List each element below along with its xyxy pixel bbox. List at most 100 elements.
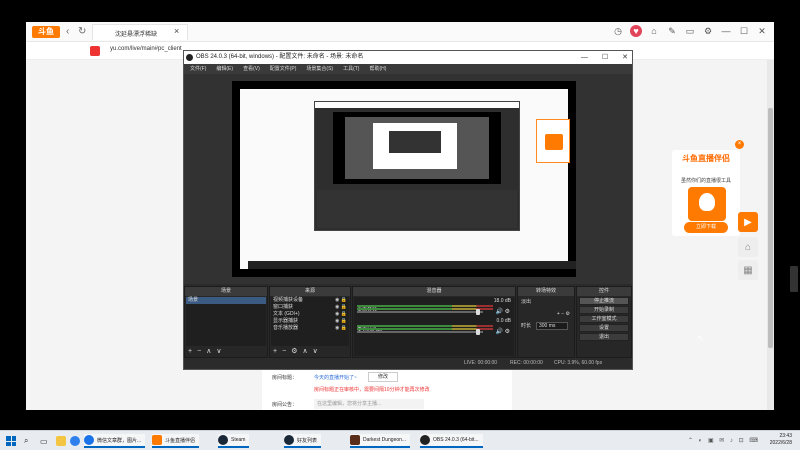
taskbar-app-douyu-companion[interactable]: 斗鱼直播伴侣	[152, 434, 200, 448]
menu-help[interactable]: 帮助(H)	[369, 64, 386, 74]
obs-titlebar[interactable]: OBS 24.0.3 (64-bit, windows) - 配置文件: 未命名…	[184, 51, 632, 64]
obs-maximize-icon[interactable]: ☐	[602, 51, 608, 64]
duration-input[interactable]: 300 ms	[536, 322, 568, 330]
taskbar-app-friends-list[interactable]: 好友列表	[284, 434, 322, 448]
obs-minimize-icon[interactable]: —	[581, 51, 588, 64]
task-view-icon[interactable]: ▭	[40, 434, 48, 448]
sources-list: 视频捕获设备 ◉ 🔒 窗口捕获 ◉ 🔒 文本 (GDI+) ◉ 🔒 显示器捕获 ◉ 🔒 …	[271, 297, 349, 346]
settings-button[interactable]: 设置	[579, 324, 629, 332]
clock-date: 2022/6/28	[769, 440, 792, 446]
menu-edit[interactable]: 编辑(E)	[216, 64, 233, 74]
close-icon[interactable]: ✕	[756, 25, 768, 37]
browser-taskbar-icon[interactable]	[70, 434, 83, 448]
shirt-icon[interactable]: ⌂	[648, 25, 660, 37]
menu-profile[interactable]: 配置文件(P)	[270, 64, 297, 74]
side-panel-handle[interactable]	[790, 266, 798, 292]
room-title-link[interactable]: 今天的直播开始了~	[314, 374, 357, 381]
controls-header: 控件	[577, 287, 631, 296]
taskbar-app-darkest-dungeon[interactable]: Darkest Dungeon...	[350, 434, 411, 448]
gallery-icon[interactable]: ▦	[738, 260, 758, 280]
menu-view[interactable]: 查看(V)	[243, 64, 260, 74]
transitions-dock: 转场特效 淡出 + − ⚙ 时长 300 ms	[517, 286, 575, 358]
ad-download-button[interactable]: 立即下载	[684, 222, 728, 233]
play-icon[interactable]: ▶	[738, 212, 758, 232]
menu-scene-collection[interactable]: 场景集合(S)	[306, 64, 333, 74]
remove-scene-icon[interactable]: −	[197, 347, 201, 356]
remove-transition-icon[interactable]: −	[561, 311, 564, 317]
source-item[interactable]: 视频捕获设备 ◉ 🔒	[271, 297, 349, 304]
announcement-input[interactable]: 在这里编辑，您将分享主播...	[314, 399, 424, 409]
tab-close-icon[interactable]: ×	[174, 26, 179, 36]
page-scrollbar[interactable]	[767, 60, 774, 410]
source-item[interactable]: 显示器捕获 ◉ 🔒	[271, 318, 349, 325]
volume-slider[interactable]	[357, 331, 483, 333]
app-icon	[152, 435, 162, 445]
menu-tools[interactable]: 工具(T)	[343, 64, 359, 74]
refresh-icon[interactable]: ↻	[78, 26, 86, 37]
room-settings-panel: 房间标题： 今天的直播开始了~ 修改 房间标题正在审核中，需要间隔10分钟才能再…	[262, 368, 512, 410]
obs-close-icon[interactable]: ✕	[622, 51, 628, 64]
edit-title-button[interactable]: 修改	[368, 372, 398, 382]
move-down-icon[interactable]: ∨	[216, 347, 221, 356]
stop-streaming-button[interactable]: 停止推流	[579, 297, 629, 305]
move-up-icon[interactable]: ∧	[302, 347, 307, 356]
browser-toolbar-icons: ◷ ♥ ⌂ ✎ ▭ ⚙ — ☐ ✕	[612, 25, 768, 37]
add-transition-icon[interactable]: +	[557, 311, 560, 317]
exit-button[interactable]: 退出	[579, 333, 629, 341]
source-item[interactable]: 文本 (GDI+) ◉ 🔒	[271, 311, 349, 318]
heart-icon[interactable]: ♥	[630, 25, 642, 37]
add-source-icon[interactable]: +	[273, 347, 277, 356]
file-explorer-icon[interactable]	[56, 434, 69, 448]
speaker-gear-icon[interactable]: 🔊 ⚙	[495, 308, 510, 315]
sources-dock: 来源 视频捕获设备 ◉ 🔒 窗口捕获 ◉ 🔒 文本 (GDI+) ◉ 🔒 显示器捕获 ◉…	[269, 286, 351, 358]
remove-source-icon[interactable]: −	[282, 347, 286, 356]
speaker-gear-icon[interactable]: 🔊 ⚙	[495, 328, 510, 335]
taskbar-app-wechat-article[interactable]: 微信文章群，图片...	[84, 434, 146, 448]
obs-preview-area[interactable]	[184, 74, 632, 284]
studio-mode-button[interactable]: 工作室模式	[579, 315, 629, 323]
volume-slider[interactable]	[357, 311, 483, 313]
search-icon[interactable]: ⌕	[24, 434, 28, 448]
window-icon[interactable]: ▭	[684, 25, 696, 37]
windows-start-icon[interactable]	[6, 436, 16, 446]
windows-taskbar: ⌕ ▭ 微信文章群，图片... 斗鱼直播伴侣 Steam 好友列表 Darkes…	[0, 430, 800, 450]
clock-icon[interactable]: ◷	[612, 25, 624, 37]
add-scene-icon[interactable]: +	[188, 347, 192, 356]
volume-slider-knob[interactable]	[476, 309, 480, 315]
visibility-lock-icons: ◉ 🔒	[335, 311, 347, 317]
settings-icon[interactable]: ⚙	[702, 25, 714, 37]
transition-settings-icon[interactable]: ⚙	[566, 311, 570, 317]
scrollbar-thumb[interactable]	[768, 108, 773, 348]
url-text: yu.com/live/main#pc_client	[110, 46, 182, 52]
source-item[interactable]: 音乐播放器 ◉ 🔒	[271, 325, 349, 332]
system-tray-icons[interactable]: ⌃ ◐ ▣ ✉ ♪ ⊡ ⌨	[688, 437, 760, 444]
ad-close-icon[interactable]: ×	[735, 140, 744, 149]
system-clock[interactable]: 23:43 2022/6/28	[770, 433, 792, 447]
source-settings-icon[interactable]: ⚙	[291, 347, 297, 356]
home-icon[interactable]: ⌂	[738, 237, 758, 257]
taskbar-app-obs[interactable]: OBS 24.0.3 (64-bit...	[420, 434, 483, 448]
controls-dock: 控件 停止推流 开始录制 工作室模式 设置 退出	[576, 286, 632, 358]
visibility-lock-icons: ◉ 🔒	[335, 304, 347, 310]
companion-ad[interactable]: 斗鱼直播伴侣 虽然你们的直播很工具 立即下载	[672, 150, 740, 236]
ad-title: 斗鱼直播伴侣	[682, 154, 730, 163]
transitions-header: 转场特效	[518, 287, 574, 296]
move-up-icon[interactable]: ∧	[206, 347, 211, 356]
pen-icon[interactable]: ✎	[666, 25, 678, 37]
source-item[interactable]: 窗口捕获 ◉ 🔒	[271, 304, 349, 311]
maximize-icon[interactable]: ☐	[738, 25, 750, 37]
menu-file[interactable]: 文件(F)	[190, 64, 206, 74]
move-down-icon[interactable]: ∨	[313, 347, 318, 356]
start-recording-button[interactable]: 开始录制	[579, 306, 629, 314]
volume-slider-knob[interactable]	[476, 329, 480, 335]
back-icon[interactable]: ‹	[66, 26, 69, 37]
transition-type-select[interactable]: 淡出	[521, 299, 531, 305]
duration-row: 时长 300 ms	[518, 320, 574, 332]
obs-preview-canvas[interactable]	[232, 81, 576, 277]
obs-docks: 场景 场景 + − ∧ ∨ 来源 视频捕获设备 ◉ 🔒 窗口捕获 ◉ 🔒 文本 (G…	[184, 286, 632, 358]
taskbar-app-steam[interactable]: Steam	[218, 434, 250, 448]
scene-item[interactable]: 场景	[186, 297, 266, 304]
minimize-icon[interactable]: —	[720, 25, 732, 37]
review-warning: 房间标题正在审核中，需要间隔10分钟才能再次修改	[314, 387, 430, 393]
scenes-header: 场景	[185, 287, 267, 296]
